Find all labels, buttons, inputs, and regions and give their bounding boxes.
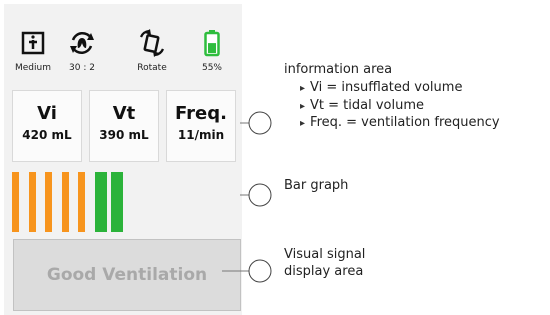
annotation-item: Vt = tidal volume <box>300 98 500 116</box>
annotation-information-area: information area <box>284 62 393 77</box>
annotation-item: Vi = insufflated volume <box>300 80 500 98</box>
annotation-item: Freq. = ventilation frequency <box>300 115 500 133</box>
annotation-list: Vi = insufflated volume Vt = tidal volum… <box>300 80 500 133</box>
annotation-visual-signal-line2: display area <box>284 264 364 279</box>
annotation-visual-signal-line1: Visual signal <box>284 247 366 262</box>
annotation-leaders <box>222 111 272 283</box>
annotation-bar-graph: Bar graph <box>284 178 349 193</box>
